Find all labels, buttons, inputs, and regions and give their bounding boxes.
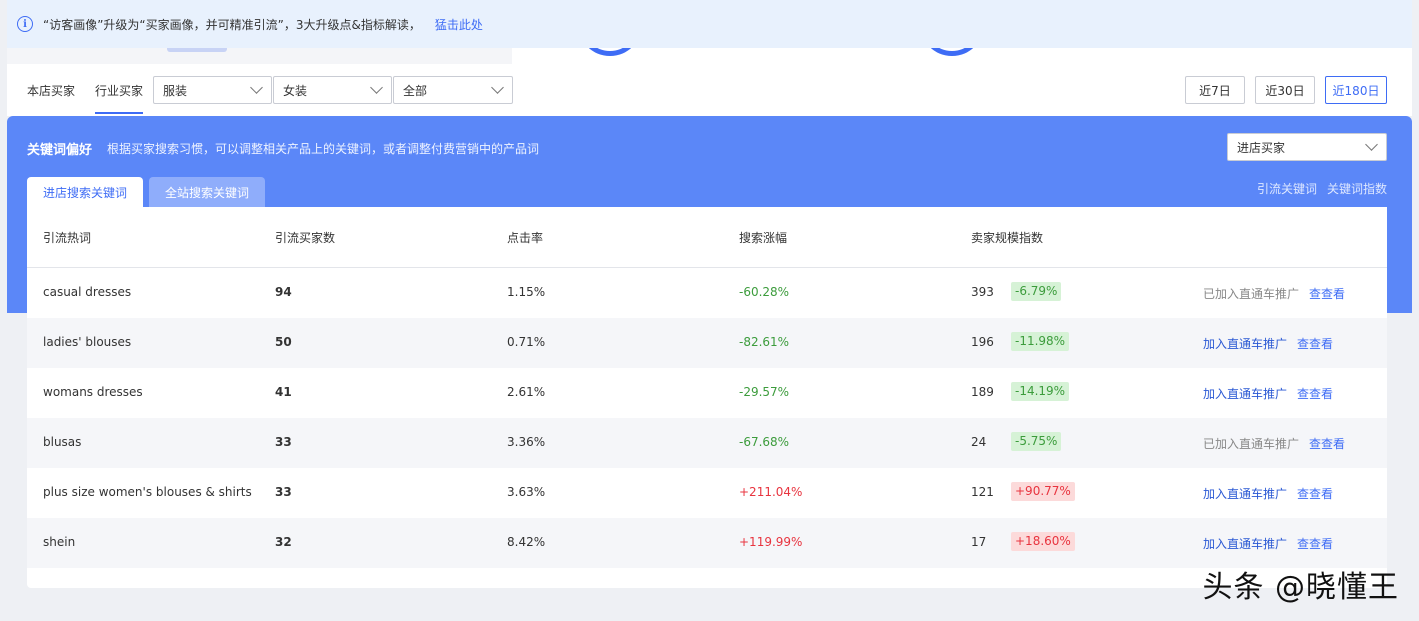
view-link[interactable]: 查查看 [1297,485,1333,502]
subcategory-select[interactable]: 女装 [273,76,392,104]
overview-panel [7,48,512,64]
keyword-cell: ladies' blouses [43,335,132,349]
notice-text: “访客画像”升级为“买家画像，并可精准引流”，3大升级点&指标解读， [43,17,421,32]
scope-select[interactable]: 全部 [393,76,513,104]
section-description: 根据买家搜索习惯，可以调整相关产品上的关键词，或者调整付费营销中的产品词 [107,142,540,156]
ctr-cell: 0.71% [507,335,546,349]
tab-site-search-keywords[interactable]: 全站搜索关键词 [149,177,265,207]
column-header-keyword: 引流热词 [43,231,92,245]
buyer-type-select[interactable]: 进店买家 [1227,133,1387,161]
notice-link[interactable]: 猛击此处 [435,16,483,33]
ctr-cell: 3.63% [507,485,546,499]
watermark: 头条 @晓懂王 [1202,570,1399,605]
keyword-cell: shein [43,535,76,549]
table-row: shein 32 8.42% +119.99% 17 +18.60% 加入直通车… [27,518,1387,568]
page: i “访客画像”升级为“买家画像，并可精准引流”，3大升级点&指标解读， 猛击此… [0,0,1419,621]
traffic-keywords-link[interactable]: 引流关键词 [1257,180,1317,197]
tab-industry-buyers[interactable]: 行业买家 [95,76,144,114]
view-link[interactable]: 查查看 [1309,435,1345,452]
chevron-down-icon [491,81,504,94]
info-icon: i [17,16,33,32]
chevron-down-icon [370,81,383,94]
growth-cell: +119.99% [739,535,803,549]
scale-cell: 121 [971,485,994,499]
table-row: ladies' blouses 50 0.71% -82.61% 196 -11… [27,318,1387,368]
column-header-seller-scale: 卖家规模指数 [971,231,1044,245]
buyer-tabs: 本店买家 行业买家 [27,76,163,114]
overview-button-edge [167,48,227,52]
column-header-ctr: 点击率 [507,231,544,245]
chevron-down-icon [1365,138,1378,151]
ctr-cell: 3.36% [507,435,546,449]
buyers-cell: 94 [275,285,292,299]
keyword-cell: plus size women's blouses & shirts [43,485,252,499]
scale-change-badge: -6.79% [1011,282,1062,301]
keyword-table: 引流热词 引流买家数 点击率 搜索涨幅 卖家规模指数 casual dresse… [27,207,1387,588]
scale-change-badge: -5.75% [1011,432,1062,451]
scale-change-badge: -11.98% [1011,332,1070,351]
table-row: womans dresses 41 2.61% -29.57% 189 -14.… [27,368,1387,418]
tab-store-buyers[interactable]: 本店买家 [27,76,75,114]
growth-cell: -82.61% [739,335,790,349]
view-link[interactable]: 查查看 [1309,285,1345,302]
view-link[interactable]: 查查看 [1297,335,1333,352]
table-header: 引流热词 引流买家数 点击率 搜索涨幅 卖家规模指数 [27,207,1387,268]
growth-cell: -60.28% [739,285,790,299]
section-title: 关键词偏好 [27,143,93,158]
chevron-down-icon [250,81,263,94]
scale-cell: 196 [971,335,994,349]
add-to-promotion-button[interactable]: 加入直通车推广 [1203,385,1287,402]
scope-select-value: 全部 [403,83,428,98]
add-to-promotion-button[interactable]: 加入直通车推广 [1203,485,1287,502]
scale-cell: 24 [971,435,987,449]
scale-cell: 189 [971,385,994,399]
table-row: blusas 33 3.36% -67.68% 24 -5.75% 已加入直通车… [27,418,1387,468]
view-link[interactable]: 查查看 [1297,535,1333,552]
category-select-value: 服装 [163,83,188,98]
tab-store-search-keywords[interactable]: 进店搜索关键词 [27,177,143,207]
buyers-cell: 33 [275,435,292,449]
table-row: casual dresses 94 1.15% -60.28% 393 -6.7… [27,268,1387,318]
ctr-cell: 1.15% [507,285,546,299]
keyword-index-link[interactable]: 关键词指数 [1327,180,1387,197]
scale-change-badge: +18.60% [1011,532,1075,551]
buyer-type-select-value: 进店买家 [1237,140,1286,155]
add-to-promotion-button[interactable]: 加入直通车推广 [1203,335,1287,352]
column-header-growth: 搜索涨幅 [739,231,788,245]
subcategory-select-value: 女装 [283,83,308,98]
added-to-promotion-label: 已加入直通车推广 [1203,287,1300,301]
scale-change-badge: +90.77% [1011,482,1075,501]
growth-cell: -67.68% [739,435,790,449]
keyword-cell: blusas [43,435,82,449]
table-row: plus size women's blouses & shirts 33 3.… [27,468,1387,518]
buyers-cell: 33 [275,485,292,499]
view-link[interactable]: 查查看 [1297,385,1333,402]
period-7d-button[interactable]: 近7日 [1185,76,1245,104]
ctr-cell: 8.42% [507,535,546,549]
period-30d-button[interactable]: 近30日 [1255,76,1315,104]
ctr-cell: 2.61% [507,385,546,399]
keyword-links: 引流关键词 关键词指数 [1257,180,1387,197]
growth-cell: -29.57% [739,385,790,399]
keyword-cell: casual dresses [43,285,132,299]
buyers-cell: 41 [275,385,292,399]
scale-change-badge: -14.19% [1011,382,1070,401]
added-to-promotion-label: 已加入直通车推广 [1203,437,1300,451]
buyers-cell: 50 [275,335,292,349]
notice-bar: i “访客画像”升级为“买家画像，并可精准引流”，3大升级点&指标解读， 猛击此… [7,0,1412,48]
period-180d-button[interactable]: 近180日 [1325,76,1387,104]
category-select[interactable]: 服装 [153,76,272,104]
scale-cell: 393 [971,285,994,299]
scale-cell: 17 [971,535,987,549]
add-to-promotion-button[interactable]: 加入直通车推广 [1203,535,1287,552]
keyword-cell: womans dresses [43,385,143,399]
column-header-buyers: 引流买家数 [275,231,336,245]
buyers-cell: 32 [275,535,292,549]
growth-cell: +211.04% [739,485,803,499]
